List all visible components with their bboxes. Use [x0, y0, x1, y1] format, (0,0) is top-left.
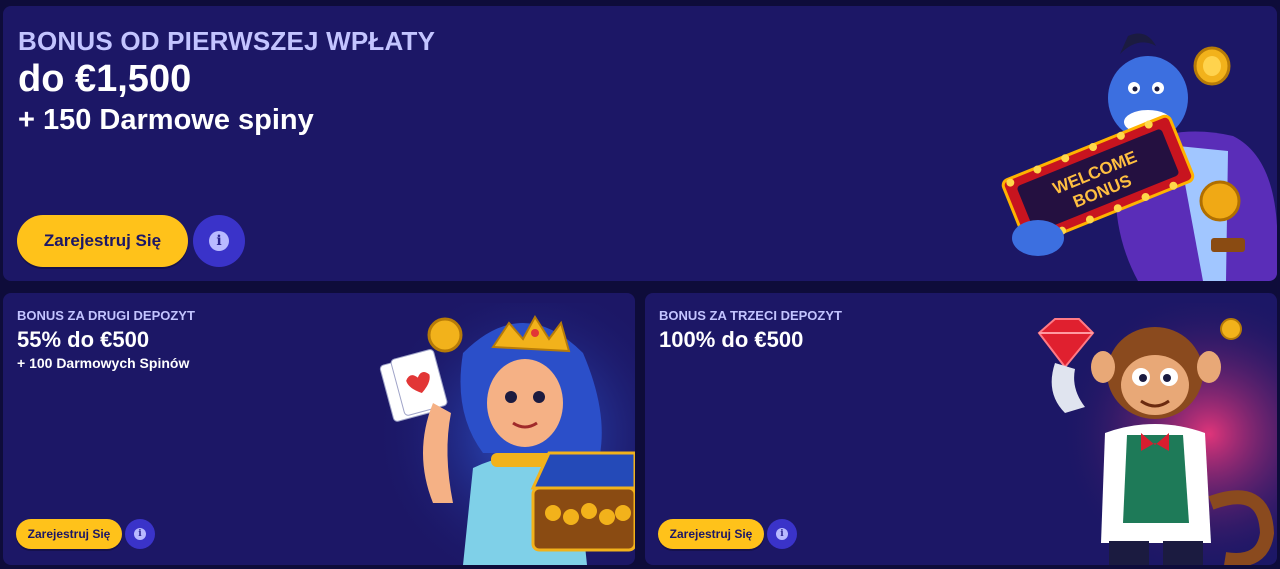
bonus-eyebrow: BONUS OD PIERWSZEJ WPŁATY [18, 26, 436, 56]
register-button[interactable]: Zarejestruj Się [17, 215, 188, 267]
bonus-eyebrow: BONUS ZA TRZECI DEPOZYT [659, 308, 842, 323]
bonus-eyebrow: BONUS ZA DRUGI DEPOZYT [17, 308, 195, 323]
bonus-free-spins: + 100 Darmowych Spinów [17, 355, 190, 371]
second-deposit-bonus-card: BONUS ZA DRUGI DEPOZYT 55% do €500 + 100… [3, 293, 635, 565]
first-deposit-bonus-card: BONUS OD PIERWSZEJ WPŁATY do €1,500 + 15… [3, 6, 1277, 281]
info-icon: i [209, 231, 229, 251]
info-button[interactable]: i [767, 519, 797, 549]
info-icon: i [776, 528, 788, 540]
register-button[interactable]: Zarejestruj Się [16, 519, 122, 549]
register-button[interactable]: Zarejestruj Się [658, 519, 764, 549]
bonus-free-spins: + 150 Darmowe spiny [18, 104, 314, 136]
princess-treasure-illustration [373, 303, 635, 565]
info-button[interactable]: i [125, 519, 155, 549]
bonus-amount: 100% do €500 [659, 327, 804, 352]
bonus-amount: 55% do €500 [17, 327, 150, 352]
monkey-ruby-illustration [1005, 303, 1277, 565]
info-button[interactable]: i [193, 215, 245, 267]
info-icon: i [134, 528, 146, 540]
third-deposit-bonus-card: BONUS ZA TRZECI DEPOZYT 100% do €500 Zar… [645, 293, 1277, 565]
bonus-amount: do €1,500 [18, 58, 192, 100]
genie-welcome-bonus-illustration: WELCOME BONUS [1001, 33, 1277, 281]
